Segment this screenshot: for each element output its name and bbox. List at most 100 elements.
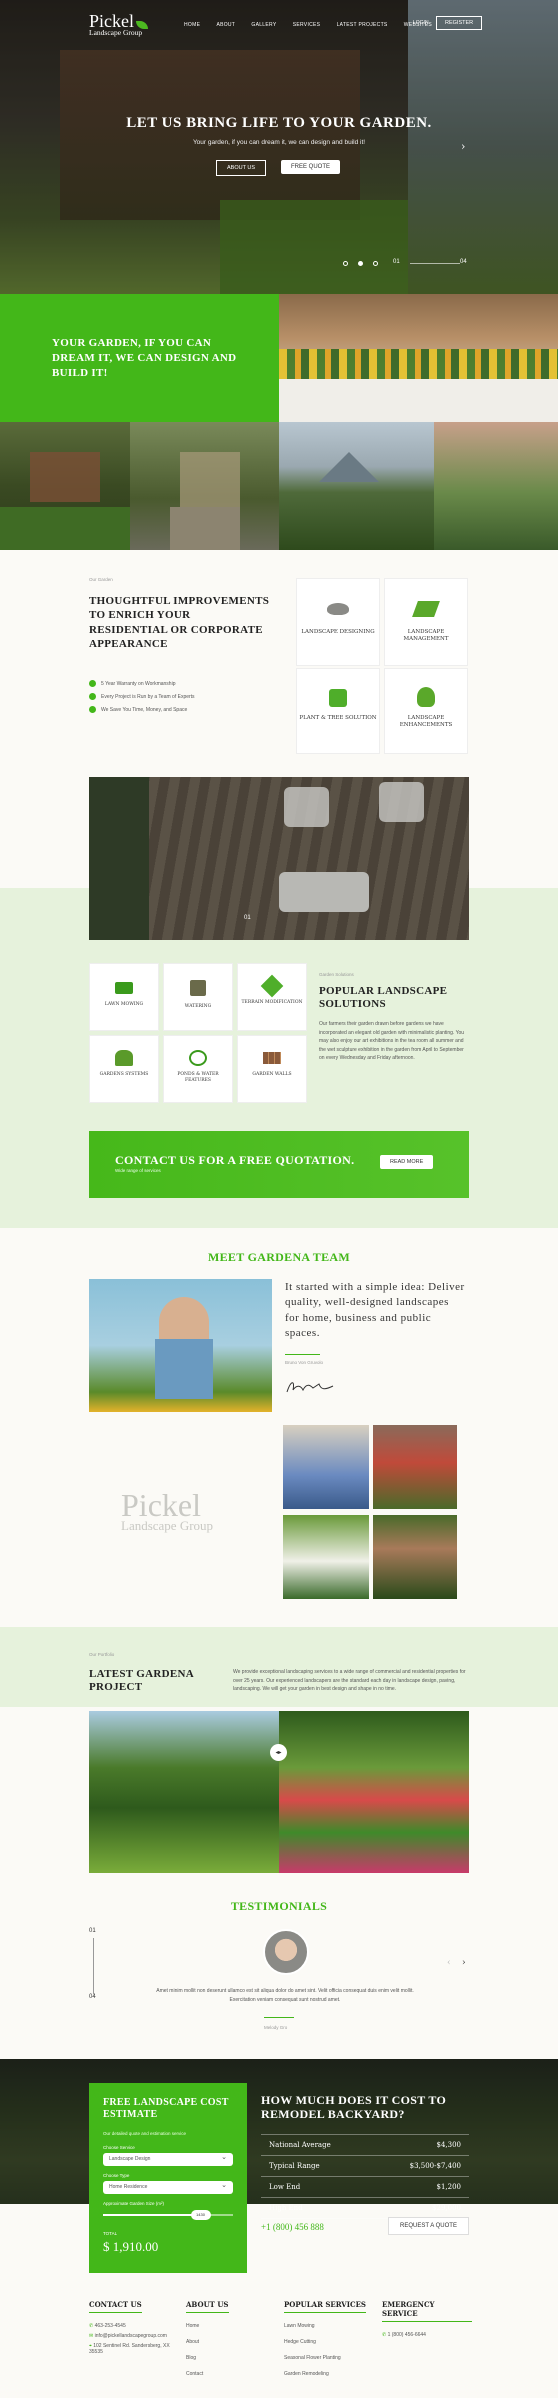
solutions-kicker: Garden Solutions [319, 972, 354, 977]
footer-link[interactable]: Seasonal Flower Planting [284, 2355, 374, 2361]
team-photo-4 [373, 1515, 457, 1599]
prev-arrow-icon[interactable]: ‹ [447, 1958, 451, 1968]
solution-terrain[interactable]: TERRAIN MODIFICATION [237, 963, 307, 1031]
team-photo-1 [283, 1425, 369, 1509]
nav-gallery[interactable]: GALLERY [251, 22, 276, 28]
request-quote-button[interactable]: REQUEST A QUOTE [388, 2217, 469, 2235]
service-card-designing[interactable]: LANDSCAPE DESIGNING [296, 578, 380, 666]
shrub-icon [417, 687, 435, 707]
nav-projects[interactable]: LATEST PROJECTS [337, 22, 388, 28]
type-label: Choose Type [103, 2173, 130, 2178]
footer-link[interactable]: Lawn Mowing [284, 2323, 374, 2329]
site-logo[interactable]: Pickel Landscape Group [89, 12, 148, 37]
cost-phone[interactable]: +1 (800) 456 888 [261, 2222, 324, 2232]
slide-current: 01 [393, 259, 400, 265]
slider-fill [103, 2214, 201, 2216]
login-link[interactable]: LOGIN [413, 20, 429, 26]
promo-title: YOUR GARDEN, IF YOU CAN DREAM IT, WE CAN… [52, 337, 237, 379]
next-arrow-icon[interactable]: › [461, 140, 465, 153]
total-label: TOTAL [103, 2231, 118, 2236]
contact-banner: CONTACT US FOR A FREE QUOTATION. Wide ra… [89, 1131, 469, 1198]
signature-icon [285, 1378, 335, 1396]
total-value: $ 1,910.00 [103, 2239, 159, 2254]
next-arrow-icon[interactable]: › [462, 1958, 466, 1968]
watermark-logo: Pickel Landscape Group [121, 1487, 214, 1533]
estimate-title: FREE LANDSCAPE COST ESTIMATE [103, 2097, 229, 2120]
terrain-icon [260, 974, 284, 998]
footer-link[interactable]: About [186, 2339, 276, 2345]
solution-garden-systems[interactable]: GARDENS SYSTEMS [89, 1035, 159, 1103]
team-photo-3 [283, 1515, 369, 1599]
solution-watering[interactable]: WATERING [163, 963, 233, 1031]
deck-image: 01 [89, 777, 469, 940]
cost-title: HOW MUCH DOES IT COST TO REMODEL BACKYAR… [261, 2093, 447, 2122]
team-photo-woman [89, 1279, 272, 1412]
main-nav: HOME ABOUT GALLERY SERVICES LATEST PROJE… [184, 20, 446, 28]
slide-dot[interactable] [343, 261, 348, 266]
check-icon [89, 693, 96, 700]
free-quote-button[interactable]: FREE QUOTE [281, 160, 341, 174]
project-bg [0, 1627, 558, 1707]
type-select[interactable]: Home Residence [103, 2181, 233, 2194]
service-select[interactable]: Landscape Design [103, 2153, 233, 2166]
mower-icon [115, 982, 133, 994]
size-slider[interactable]: 1430 [103, 2210, 233, 2220]
stone-icon [327, 603, 349, 615]
service-card-management[interactable]: LANDSCAPE MANAGEMENT [384, 578, 468, 666]
garden-photo-3 [279, 422, 434, 550]
footer-about-heading: ABOUT US [186, 2300, 229, 2313]
nav-home[interactable]: HOME [184, 22, 200, 28]
service-card-enhancements[interactable]: LANDSCAPE ENHANCEMENTS [384, 668, 468, 754]
size-label: Approximate Garden Size (m²) [103, 2201, 165, 2206]
tree-icon [329, 689, 347, 707]
nav-services[interactable]: SERVICES [293, 22, 321, 28]
testimonial-text: Amet minim mollit non deserunt ullamco e… [156, 1988, 414, 2003]
slider-thumb[interactable]: 1430 [190, 2210, 211, 2220]
footer-link[interactable]: Home [186, 2323, 276, 2329]
slide-dot-active[interactable] [358, 261, 363, 266]
footer-emergency: EMERGENCY SERVICE ✆ 1 (800) 456-6644 [382, 2300, 472, 2348]
footer-link[interactable]: Garden Remodeling [284, 2371, 374, 2377]
flower-fence-image [279, 294, 558, 422]
project-after-image [279, 1711, 469, 1873]
about-us-button[interactable]: ABOUT US [216, 160, 267, 176]
team-photo-2 [373, 1425, 457, 1509]
hero-subtitle: Your garden, if you can dream it, we can… [192, 139, 366, 146]
solution-garden-walls[interactable]: GARDEN WALLS [237, 1035, 307, 1103]
cost-table: National Average $4,300 Typical Range $3,5… [261, 2134, 469, 2219]
footer-link[interactable]: Blog [186, 2355, 276, 2361]
estimate-sub: Our detailed quote and estimation servic… [103, 2131, 187, 2136]
solution-ponds[interactable]: PONDS & WATER FEATURES [163, 1035, 233, 1103]
contact-banner-title: CONTACT US FOR A FREE QUOTATION. [115, 1153, 355, 1167]
footer-contact: CONTACT US ✆ 463-253-4545 ✉ info@pickell… [89, 2300, 170, 2355]
footer-link[interactable]: Contact [186, 2371, 276, 2377]
team-quote: It started with a simple idea: Deliver q… [285, 1281, 465, 1340]
service-card-plant-tree[interactable]: PLANT & TREE SOLUTION [296, 668, 380, 754]
improvements-kicker: Our Garden [89, 577, 113, 582]
slide-dot[interactable] [373, 261, 378, 266]
slide-progress [410, 263, 460, 264]
nav-about[interactable]: ABOUT [216, 22, 235, 28]
estimate-form: FREE LANDSCAPE COST ESTIMATE Our detaile… [89, 2083, 247, 2273]
quote-divider [285, 1354, 320, 1355]
project-text: We provide exceptional landscaping servi… [233, 1669, 466, 1692]
testimonial-counter-bottom: 04 [89, 1994, 96, 2000]
wall-icon [263, 1052, 281, 1064]
footer-link[interactable]: Hedge Cutting [284, 2339, 374, 2345]
emergency-phone[interactable]: 1 (800) 456-6644 [388, 2332, 426, 2338]
testimonial-counter-top: 01 [89, 1928, 96, 1934]
solutions-title: POPULAR LANDSCAPE SOLUTIONS [319, 985, 448, 1011]
turf-icon [412, 601, 440, 617]
improvements-title: THOUGHTFUL IMPROVEMENTS TO ENRICH YOUR R… [89, 595, 270, 650]
register-button[interactable]: REGISTER [436, 16, 483, 30]
compare-handle-icon[interactable]: ◂▸ [270, 1744, 287, 1761]
footer-contact-heading: CONTACT US [89, 2300, 142, 2313]
solutions-grid: LAWN MOWING WATERING TERRAIN MODIFICATIO… [89, 963, 307, 1103]
solution-lawn-mowing[interactable]: LAWN MOWING [89, 963, 159, 1031]
team-title: MEET GARDENA TEAM [207, 1250, 350, 1264]
testimonial-divider [264, 2017, 294, 2018]
testimonial-author: Melody Gro [264, 2025, 288, 2030]
contact-banner-sub: Wide range of services [115, 1168, 161, 1173]
read-more-button[interactable]: READ MORE [380, 1155, 434, 1169]
garden-icon [115, 1050, 133, 1066]
